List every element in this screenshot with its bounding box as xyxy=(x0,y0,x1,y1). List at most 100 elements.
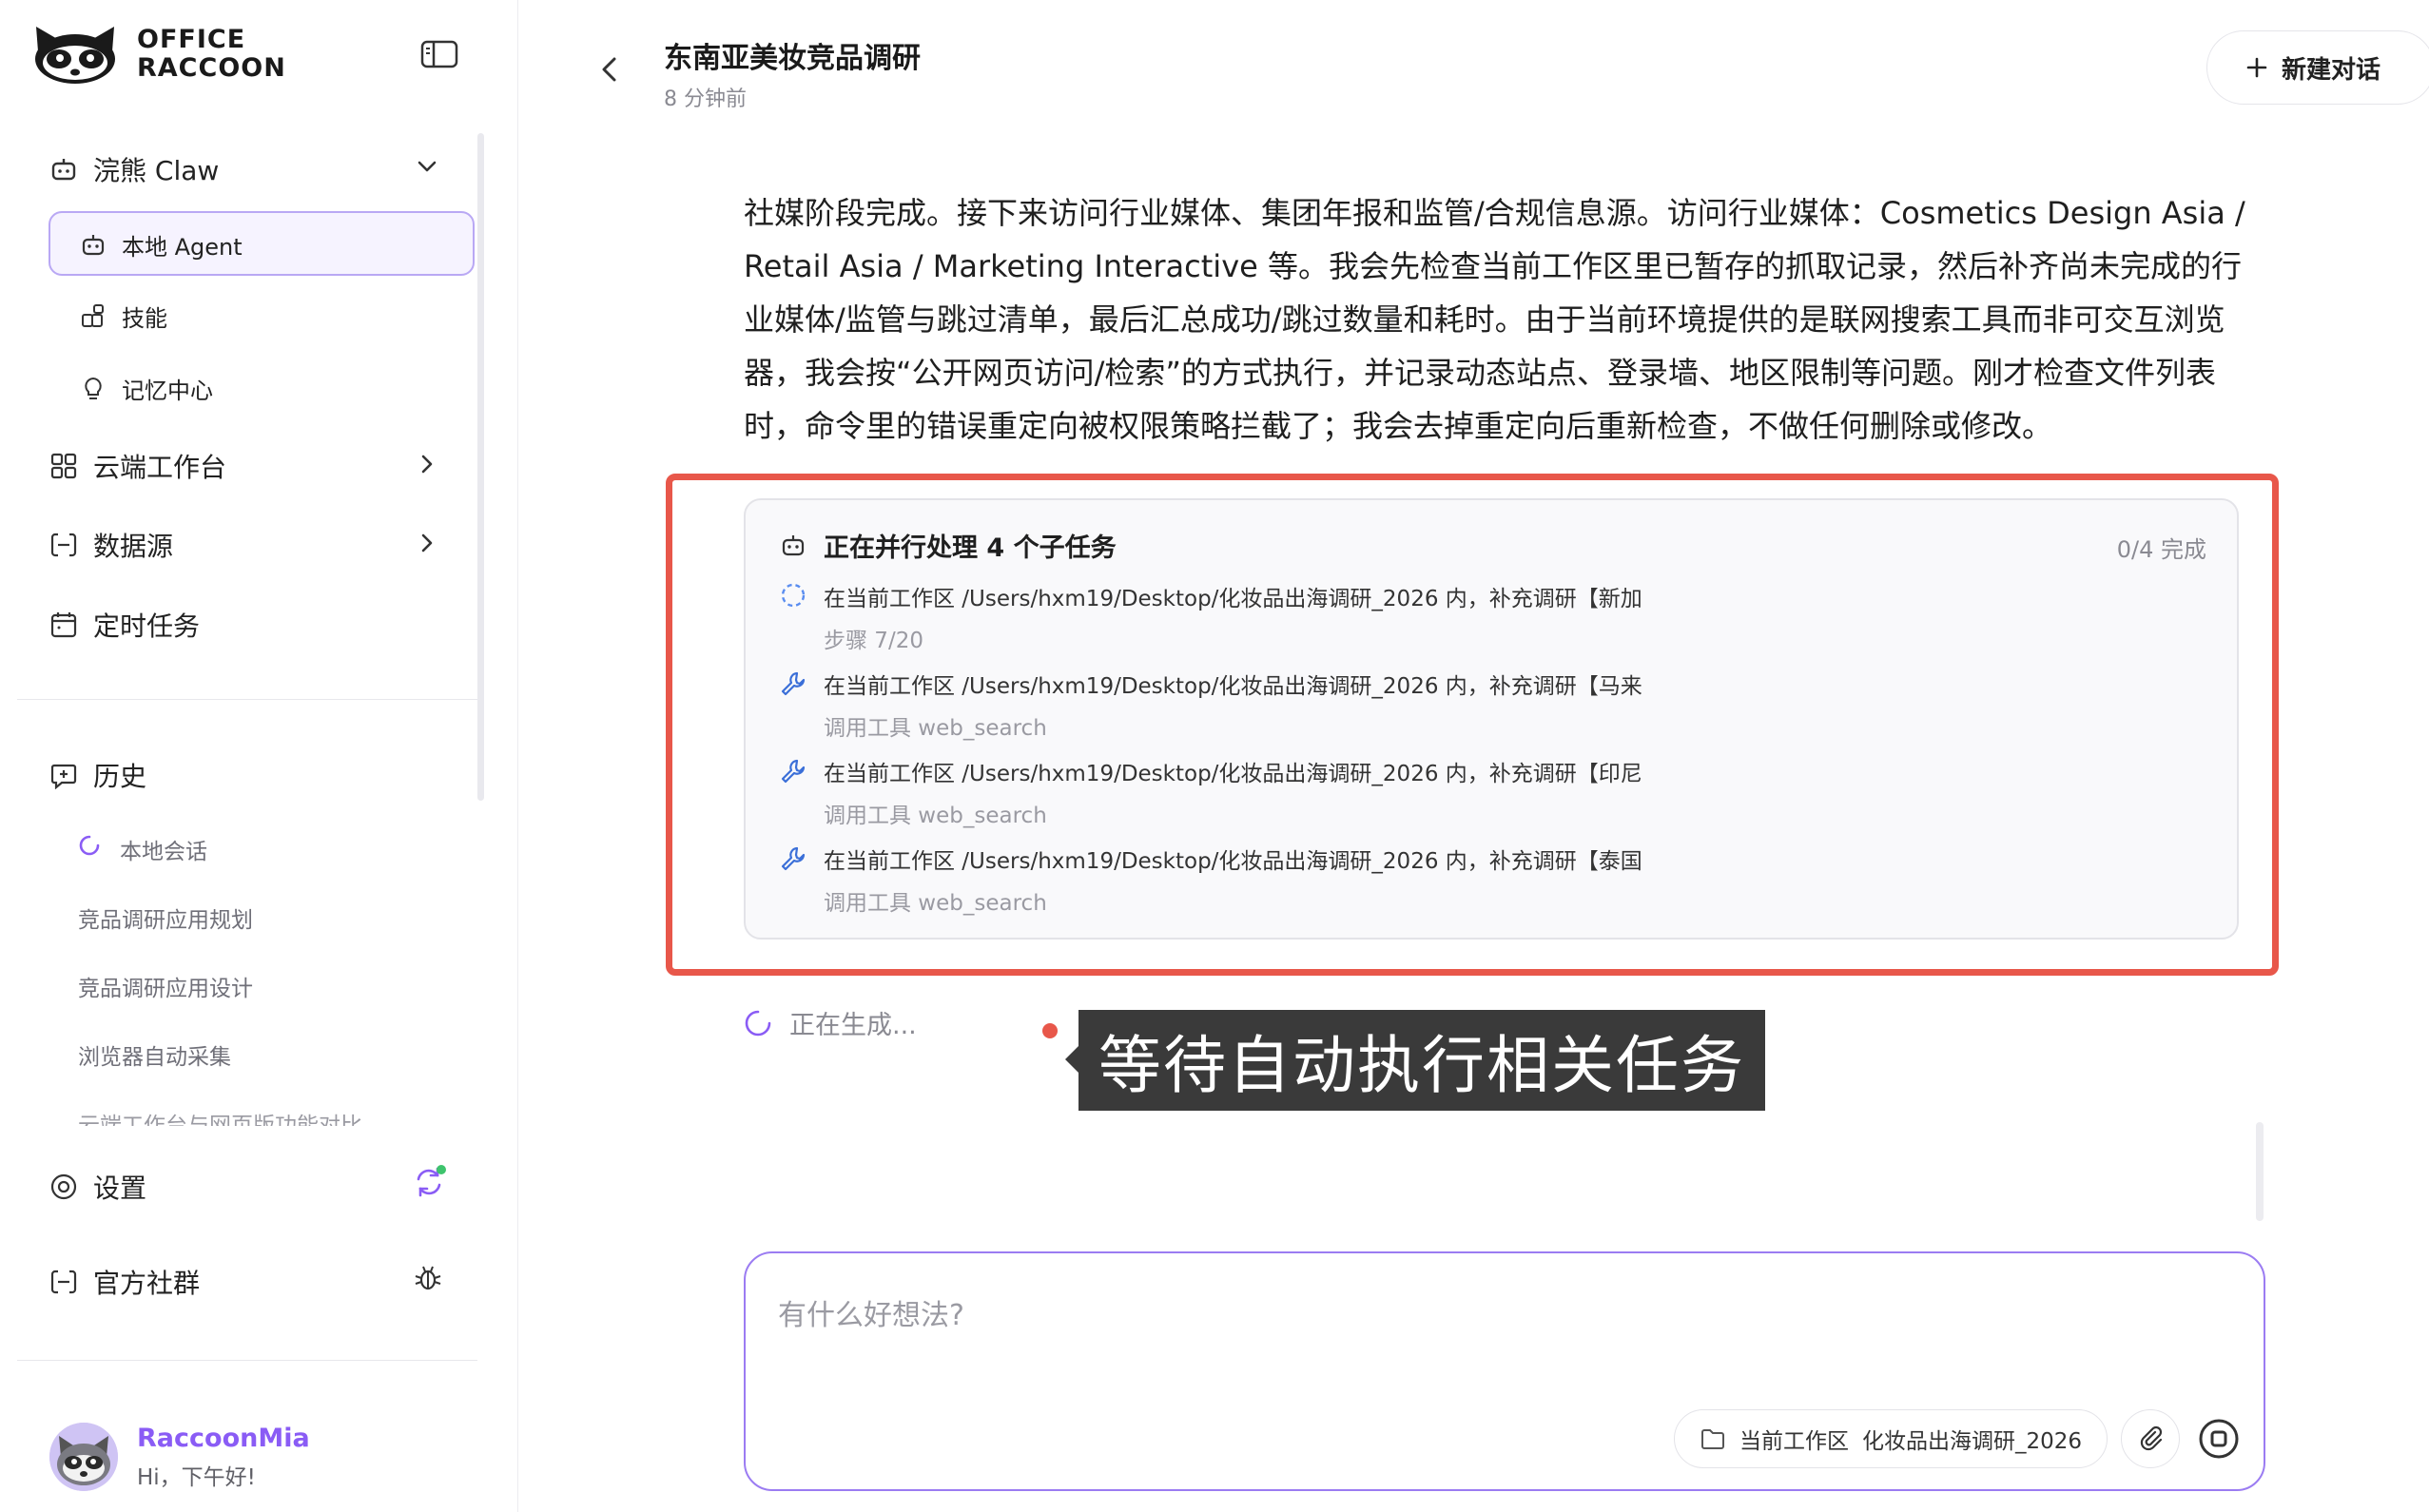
logo-text: OFFICE RACCOON xyxy=(137,26,286,83)
subtask-title: 在当前工作区 /Users/hxm19/Desktop/化妆品出海调研_2026… xyxy=(824,587,1642,611)
workspace-chip[interactable]: 当前工作区 化妆品出海调研_2026 xyxy=(1674,1409,2108,1468)
nav-datasource[interactable]: 数据源 xyxy=(49,526,173,564)
chevron-right-icon[interactable] xyxy=(415,531,439,555)
history-item[interactable]: 本地会话 xyxy=(120,833,207,865)
nav-memory-label: 记忆中心 xyxy=(122,378,213,404)
folder-icon xyxy=(1701,1429,1724,1449)
nav-local-agent[interactable]: 本地 Agent xyxy=(80,228,243,262)
datasource-icon xyxy=(50,533,77,557)
robot-icon xyxy=(82,234,105,255)
avatar xyxy=(49,1423,118,1491)
nav-settings[interactable]: 设置 xyxy=(49,1168,146,1206)
chat-input-placeholder: 有什么好想法? xyxy=(778,1299,964,1332)
stop-icon xyxy=(2199,1419,2239,1459)
wrench-icon xyxy=(781,846,806,871)
subtask-title: 在当前工作区 /Users/hxm19/Desktop/化妆品出海调研_2026… xyxy=(824,849,1642,874)
back-arrow-icon[interactable] xyxy=(593,53,626,86)
subtask-title: 在当前工作区 /Users/hxm19/Desktop/化妆品出海调研_2026… xyxy=(824,674,1642,699)
user-profile[interactable]: RaccoonMia Hi，下午好! xyxy=(49,1423,310,1491)
nav-claw[interactable]: 浣熊 Claw xyxy=(49,150,219,188)
sidebar-divider xyxy=(17,1360,477,1361)
assistant-message: 社媒阶段完成。接下来访问行业媒体、集团年报和监管/合规信息源。访问行业媒体：Co… xyxy=(744,195,2245,444)
subtask-status: 步骤 7/20 xyxy=(824,629,923,653)
nav-cloud[interactable]: 云端工作台 xyxy=(49,447,226,485)
sidebar-scrollbar[interactable] xyxy=(477,133,484,801)
subtask-header: 正在并行处理 4 个子任务 xyxy=(780,527,1117,564)
history-chat-icon xyxy=(50,764,77,789)
subtask-item[interactable]: 在当前工作区 /Users/hxm19/Desktop/化妆品出海调研_2026… xyxy=(780,755,1642,829)
nav-skills-label: 技能 xyxy=(122,305,167,332)
nav-datasource-label: 数据源 xyxy=(93,531,174,562)
loading-spinner-icon xyxy=(781,583,806,608)
chevron-right-icon[interactable] xyxy=(415,452,439,476)
paperclip-icon xyxy=(2140,1425,2163,1451)
sidebar: OFFICE RACCOON 浣熊 Claw 本地 Agent 技能 记忆中心 … xyxy=(0,0,518,1512)
robot-icon xyxy=(51,159,76,181)
nav-community-label: 官方社群 xyxy=(93,1268,201,1299)
subtask-item[interactable]: 在当前工作区 /Users/hxm19/Desktop/化妆品出海调研_2026… xyxy=(780,580,1642,654)
chat-input[interactable]: 有什么好想法? 当前工作区 化妆品出海调研_2026 xyxy=(744,1251,2265,1491)
settings-icon xyxy=(50,1173,77,1200)
subtask-item[interactable]: 在当前工作区 /Users/hxm19/Desktop/化妆品出海调研_2026… xyxy=(780,843,1642,917)
wrench-icon xyxy=(781,759,806,784)
loading-spinner-icon xyxy=(745,1010,771,1036)
user-greeting: Hi，下午好! xyxy=(137,1464,256,1490)
caption-pointer-dot xyxy=(1042,1023,1058,1038)
workspace-name: 化妆品出海调研_2026 xyxy=(1862,1429,2083,1454)
new-chat-label: 新建对话 xyxy=(2282,55,2381,85)
overlay-caption: 等待自动执行相关任务 xyxy=(1078,1010,1765,1111)
caption-tip xyxy=(1065,1046,1078,1073)
generating-status: 正在生成... xyxy=(744,1004,917,1041)
nav-cloud-label: 云端工作台 xyxy=(93,452,227,483)
wrench-icon xyxy=(781,671,806,696)
attach-button[interactable] xyxy=(2121,1409,2180,1468)
nav-memory[interactable]: 记忆中心 xyxy=(80,372,213,405)
subtask-item[interactable]: 在当前工作区 /Users/hxm19/Desktop/化妆品出海调研_2026… xyxy=(780,668,1642,742)
nav-skills[interactable]: 技能 xyxy=(80,300,167,333)
bug-icon[interactable] xyxy=(413,1263,443,1293)
history-item[interactable]: 竞品调研应用规划 xyxy=(78,901,253,934)
main-scrollbar[interactable] xyxy=(2256,1122,2264,1221)
sync-icon[interactable] xyxy=(411,1164,447,1200)
logo[interactable]: OFFICE RACCOON xyxy=(30,23,286,86)
community-icon xyxy=(50,1270,77,1294)
sidebar-collapse-icon[interactable] xyxy=(420,40,458,68)
nav-settings-label: 设置 xyxy=(93,1173,147,1204)
nav-scheduled[interactable]: 定时任务 xyxy=(49,606,200,644)
calendar-icon xyxy=(50,612,77,638)
raccoon-logo-icon xyxy=(35,27,115,84)
new-chat-button[interactable]: 新建对话 xyxy=(2206,30,2429,105)
nav-scheduled-label: 定时任务 xyxy=(93,611,201,642)
app-root: OFFICE RACCOON 浣熊 Claw 本地 Agent 技能 记忆中心 … xyxy=(0,0,2429,1512)
page-title: 东南亚美妆竞品调研 xyxy=(664,42,921,75)
user-name: RaccoonMia xyxy=(137,1423,310,1453)
plus-icon xyxy=(2246,57,2267,78)
logo-line-2: RACCOON xyxy=(137,53,286,83)
subtask-status: 调用工具 web_search xyxy=(824,891,1047,916)
sidebar-divider xyxy=(17,699,477,700)
generating-label: 正在生成... xyxy=(789,1011,917,1040)
subtask-card: 正在并行处理 4 个子任务 0/4 完成 在当前工作区 /Users/hxm19… xyxy=(744,498,2239,940)
nav-community[interactable]: 官方社群 xyxy=(49,1263,200,1301)
stop-button[interactable] xyxy=(2193,1413,2244,1464)
grid-icon xyxy=(50,453,77,479)
subtask-title: 在当前工作区 /Users/hxm19/Desktop/化妆品出海调研_2026… xyxy=(824,762,1642,786)
subtask-heading: 正在并行处理 4 个子任务 xyxy=(824,533,1117,563)
history-label: 历史 xyxy=(93,761,147,792)
workspace-label: 当前工作区 xyxy=(1739,1429,1849,1454)
history-item[interactable]: 云端工作台与网页版功能对比 xyxy=(78,1107,362,1126)
blocks-icon xyxy=(82,303,104,327)
robot-icon xyxy=(782,534,805,555)
subtask-status: 调用工具 web_search xyxy=(824,804,1047,828)
conversation-time: 8 分钟前 xyxy=(664,87,747,111)
loading-spinner-icon xyxy=(79,835,100,856)
history-header: 历史 xyxy=(49,756,146,794)
subtask-status: 调用工具 web_search xyxy=(824,716,1047,741)
subtask-progress: 0/4 完成 xyxy=(2116,536,2206,563)
history-item[interactable]: 竞品调研应用设计 xyxy=(78,970,253,1002)
lightbulb-icon xyxy=(85,377,102,399)
history-item[interactable]: 浏览器自动采集 xyxy=(78,1038,231,1071)
nav-claw-label: 浣熊 Claw xyxy=(93,155,220,186)
logo-line-1: OFFICE xyxy=(137,25,246,54)
chevron-down-icon[interactable] xyxy=(415,154,439,179)
